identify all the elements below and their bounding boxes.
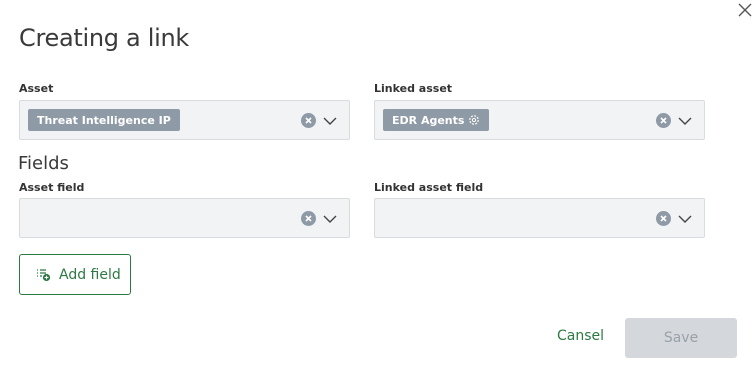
asset-field-select[interactable] — [19, 198, 350, 238]
linked-asset-chip-label: EDR Agents — [392, 113, 465, 127]
cancel-button[interactable]: Cansel — [557, 328, 604, 344]
clear-icon[interactable] — [656, 113, 671, 128]
asset-field-label: Asset field — [19, 181, 85, 194]
linked-asset-field-select[interactable] — [374, 198, 705, 238]
dialog-title: Creating a link — [19, 24, 190, 52]
chevron-down-icon[interactable] — [678, 212, 692, 226]
chevron-down-icon[interactable] — [323, 114, 337, 128]
close-icon[interactable] — [736, 1, 754, 19]
add-list-icon — [36, 267, 51, 282]
add-field-button[interactable]: Add field — [19, 254, 131, 295]
chevron-down-icon[interactable] — [323, 212, 337, 226]
chevron-down-icon[interactable] — [678, 114, 692, 128]
asset-chip: Threat Intelligence IP — [28, 109, 180, 131]
fields-title: Fields — [18, 153, 69, 174]
clear-icon[interactable] — [301, 211, 316, 226]
add-field-label: Add field — [59, 266, 121, 283]
clear-icon[interactable] — [656, 211, 671, 226]
clear-icon[interactable] — [301, 113, 316, 128]
asset-label: Asset — [19, 82, 54, 95]
linked-asset-label: Linked asset — [374, 82, 453, 95]
asset-chip-label: Threat Intelligence IP — [37, 113, 171, 127]
save-button[interactable]: Save — [625, 318, 737, 358]
linked-asset-field-label: Linked asset field — [374, 181, 484, 194]
asset-select[interactable]: Threat Intelligence IP — [19, 100, 350, 140]
gear-icon — [468, 114, 480, 126]
linked-asset-select[interactable]: EDR Agents — [374, 100, 705, 140]
linked-asset-chip: EDR Agents — [383, 109, 490, 131]
